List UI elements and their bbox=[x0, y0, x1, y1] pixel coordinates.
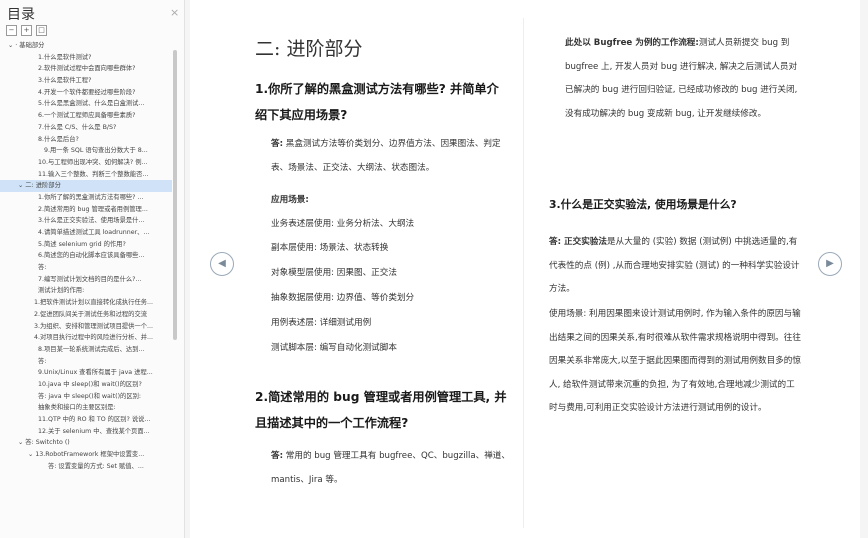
toc-toolbar: − + □ bbox=[6, 25, 47, 36]
answer-label: 答: 正交实验法 bbox=[549, 237, 607, 247]
prev-page-button[interactable]: ◀ bbox=[210, 252, 234, 276]
toc-item[interactable]: 10.与工程师出现冲突、如何解决? 例... bbox=[0, 157, 172, 169]
toc-item[interactable]: 10.java 中 sleep()和 wait()的区别? bbox=[0, 379, 172, 391]
scene-title: 应用场景: bbox=[271, 195, 309, 205]
toc-item[interactable]: 3.什么是软件工程? bbox=[0, 75, 172, 87]
question-3-answer: 答: 正交实验法是从大量的 (实验) 数据 (测试例) 中挑选适量的,有代表性的… bbox=[549, 231, 801, 302]
answer-label: 答: bbox=[271, 139, 284, 149]
question-1-answer: 答: 黑盒测试方法等价类划分、边界值方法、因果图法、判定表、场景法、正交法、大纲… bbox=[271, 133, 511, 180]
toc-item[interactable]: 8.什么是后台? bbox=[0, 134, 172, 146]
scene-line: 副本层使用: 场景法、状态转换 bbox=[271, 243, 389, 253]
scene-line: 对象模型层使用: 因果图、正交法 bbox=[271, 268, 397, 278]
page-divider bbox=[523, 18, 524, 528]
toc-scrollbar[interactable] bbox=[173, 50, 177, 340]
toc-item[interactable]: 9.Unix/Linux 查看所有属于 java 进程... bbox=[0, 367, 172, 379]
answer-text: 黑盒测试方法等价类划分、边界值方法、因果图法、判定表、场景法、正交法、大纲法、状… bbox=[271, 139, 501, 173]
toc-item[interactable]: 答: bbox=[0, 262, 172, 274]
toc-item[interactable]: 8.项目某一轮系统测试完成后、达到... bbox=[0, 344, 172, 356]
toc-sidebar: 目录 × − + □ ⌄ · 基础部分 1.什么是软件测试? 2.软件测试过程中会面… bbox=[0, 0, 185, 538]
toc-item[interactable]: 3.什么是正交实验法、使用场景是什... bbox=[0, 215, 172, 227]
question-3-title: 3.什么是正交实验法, 使用场景是什么? bbox=[549, 198, 737, 211]
toc-item[interactable]: 2.促进团队间关于测试任务和过程的交流 bbox=[0, 309, 172, 321]
toc-item[interactable]: ⌄ 答: Switchto () bbox=[0, 437, 172, 449]
toc-item[interactable]: 1.把软件测试计划以直接转化成执行任务... bbox=[0, 297, 172, 309]
bookmark-icon[interactable]: □ bbox=[36, 25, 47, 36]
expand-all-icon[interactable]: + bbox=[21, 25, 32, 36]
toc-list: ⌄ · 基础部分 1.什么是软件测试? 2.软件测试过程中会面向哪些群体? 3.什么是… bbox=[0, 40, 172, 538]
toc-item[interactable]: 抽象类和接口的主要区别是: bbox=[0, 402, 172, 414]
toc-item[interactable]: 6.一个测试工程师应具备哪些素质? bbox=[0, 110, 172, 122]
scene-line: 抽象数据层使用: 边界值、等价类划分 bbox=[271, 293, 415, 303]
scene-line: 用例表述层: 详细测试用例 bbox=[271, 318, 372, 328]
toc-item[interactable]: 答: bbox=[0, 356, 172, 368]
toc-item[interactable]: 7.编写测试计划文档的目的是什么?... bbox=[0, 274, 172, 286]
usage-scene: 使用场景: 利用因果图来设计测试用例时, 作为输入条件的原因与输出结果之间的因果… bbox=[549, 309, 801, 413]
toc-item[interactable]: ⌄ · 基础部分 bbox=[0, 40, 172, 52]
toc-item[interactable]: 3.为组织、安排和管理测试项目提供一个... bbox=[0, 321, 172, 333]
question-2-title: 2.简述常用的 bug 管理或者用例管理工具, 并且描述其中的一个工作流程? bbox=[255, 390, 507, 430]
flow-text: 测试人员新提交 bug 到 bugfree 上, 开发人员对 bug 进行解决,… bbox=[565, 38, 798, 119]
toc-item[interactable]: 测试计划的作用: bbox=[0, 285, 172, 297]
question-2-answer: 答: 常用的 bug 管理工具有 bugfree、QC、bugzilla、禅道、… bbox=[271, 445, 511, 492]
scene-line: 测试脚本层: 编写自动化测试脚本 bbox=[271, 343, 397, 353]
toc-item[interactable]: 4.对项目执行过程中的风险进行分析、并... bbox=[0, 332, 172, 344]
answer-label: 答: bbox=[271, 451, 284, 461]
close-icon[interactable]: × bbox=[170, 6, 179, 19]
scene-line: 业务表述层使用: 业务分析法、大纲法 bbox=[271, 219, 415, 229]
toc-item[interactable]: 5.什么是黑盒测试、什么是白盒测试... bbox=[0, 98, 172, 110]
toc-item[interactable]: ⌄ 二: 进阶部分 bbox=[0, 180, 172, 192]
toc-item[interactable]: 5.简述 selenium grid 的作用? bbox=[0, 239, 172, 251]
toc-item[interactable]: 2.软件测试过程中会面向哪些群体? bbox=[0, 63, 172, 75]
toc-item[interactable]: 答: java 中 sleep()和 wait()的区别: bbox=[0, 391, 172, 403]
toc-item[interactable]: 2.简述常用的 bug 管理或者用例管理... bbox=[0, 204, 172, 216]
question-1-title: 1.你所了解的黑盒测试方法有哪些? 并简单介绍下其应用场景? bbox=[255, 82, 499, 122]
toc-item[interactable]: 9.用一条 SQL 语句查出分数大于 8... bbox=[0, 145, 172, 157]
answer-text: 常用的 bug 管理工具有 bugfree、QC、bugzilla、禅道、man… bbox=[271, 451, 510, 485]
toc-item[interactable]: 7.什么是 C/S、什么是 B/S? bbox=[0, 122, 172, 134]
toc-item[interactable]: 11.QTP 中的 RO 和 TO 的区别? 说说... bbox=[0, 414, 172, 426]
toc-item[interactable]: 6.简述您的自动化脚本应该具备哪些... bbox=[0, 250, 172, 262]
toc-item[interactable]: ⌄ 13.RobotFramework 框架中设置变... bbox=[0, 449, 172, 461]
collapse-all-icon[interactable]: − bbox=[6, 25, 17, 36]
toc-title: 目录 bbox=[7, 7, 35, 23]
flow-label: 此处以 Bugfree 为例的工作流程: bbox=[565, 38, 699, 48]
toc-item[interactable]: 4.请简单描述测试工具 loadrunner、... bbox=[0, 227, 172, 239]
toc-item[interactable]: 12.关于 selenium 中、查找某个页面... bbox=[0, 426, 172, 438]
toc-item[interactable]: 11.输入三个整数、判断三个整数能否... bbox=[0, 169, 172, 181]
section-heading: 二: 进阶部分 bbox=[255, 38, 363, 60]
toc-item[interactable]: 答: 设置变量的方式: Set 赋值、... bbox=[0, 461, 172, 473]
bugfree-flow: 此处以 Bugfree 为例的工作流程:测试人员新提交 bug 到 bugfre… bbox=[565, 32, 800, 126]
next-page-button[interactable]: ▶ bbox=[818, 252, 842, 276]
toc-item[interactable]: 4.开发一个软件都要经过哪些阶段? bbox=[0, 87, 172, 99]
toc-item[interactable]: 1.你所了解的黑盒测试方法有哪些? ... bbox=[0, 192, 172, 204]
toc-item[interactable]: 1.什么是软件测试? bbox=[0, 52, 172, 64]
